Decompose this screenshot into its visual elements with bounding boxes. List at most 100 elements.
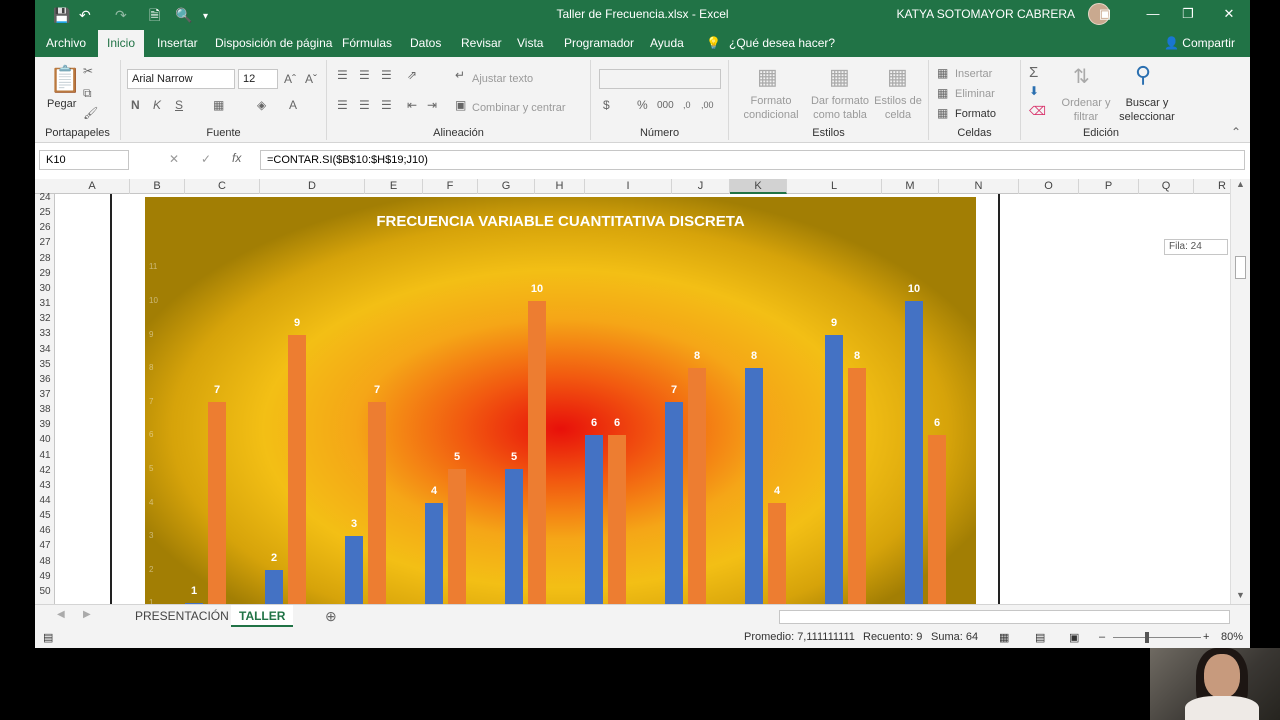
row-header-29[interactable]: 29 — [35, 268, 55, 279]
chart-bar[interactable] — [608, 435, 626, 604]
grow-font-icon[interactable]: Aˆ — [284, 72, 296, 86]
row-header-37[interactable]: 37 — [35, 389, 55, 400]
name-box[interactable]: K10 — [39, 150, 129, 170]
insert-cells-icon[interactable]: ▦ — [937, 66, 948, 80]
chart-bar[interactable] — [345, 536, 363, 604]
row-header-50[interactable]: 50 — [35, 586, 55, 597]
wrap-text-icon[interactable]: ↵ — [455, 68, 465, 82]
zoom-slider[interactable] — [1113, 637, 1201, 638]
chart-bar[interactable] — [288, 334, 306, 604]
zoom-slider-thumb[interactable] — [1145, 632, 1149, 643]
sort-filter-icon[interactable]: ⇅ — [1073, 64, 1090, 89]
chart-bar[interactable] — [768, 502, 786, 604]
user-name[interactable]: KATYA SOTOMAYOR CABRERA — [897, 7, 1075, 21]
merge-center-label[interactable]: Combinar y centrar — [472, 102, 566, 114]
row-header-39[interactable]: 39 — [35, 419, 55, 430]
paste-label[interactable]: Pegar — [47, 98, 76, 110]
sheet-tab-presentacion[interactable]: PRESENTACIÓN — [127, 605, 237, 627]
scroll-up-icon[interactable]: ▲ — [1236, 179, 1245, 189]
align-top-icon[interactable]: ☰ — [337, 68, 348, 82]
row-header-46[interactable]: 46 — [35, 525, 55, 536]
insert-cells-label[interactable]: Insertar — [955, 68, 992, 80]
ribbon-display-icon[interactable]: ▣ — [1095, 4, 1115, 24]
copy-icon[interactable]: ⧉ — [83, 86, 92, 101]
delete-cells-label[interactable]: Eliminar — [955, 88, 995, 100]
row-header-47[interactable]: 47 — [35, 540, 55, 551]
find-icon[interactable]: ⚲ — [1135, 62, 1151, 88]
column-header-j[interactable]: J — [672, 179, 730, 194]
chart-bar[interactable] — [528, 301, 546, 604]
close-icon[interactable]: ✕ — [1219, 4, 1239, 24]
row-header-44[interactable]: 44 — [35, 495, 55, 506]
tell-me-search[interactable]: ¿Qué desea hacer? — [720, 30, 844, 57]
scroll-thumb[interactable] — [1235, 256, 1246, 279]
increase-decimal-icon[interactable]: ,0 — [683, 100, 691, 110]
tab-ayuda[interactable]: Ayuda — [641, 30, 693, 57]
tab-inicio[interactable]: Inicio — [98, 30, 145, 57]
align-center-icon[interactable]: ☰ — [359, 98, 370, 112]
vertical-scrollbar[interactable]: ▲ ▼ — [1230, 179, 1250, 604]
chart-bar[interactable] — [928, 435, 946, 604]
share-button[interactable]: 👤 Compartir — [1155, 30, 1244, 57]
chart-bar[interactable] — [425, 502, 443, 604]
paste-icon[interactable]: 📋 — [49, 64, 81, 95]
align-middle-icon[interactable]: ☰ — [359, 68, 370, 82]
chart-bar[interactable] — [665, 401, 683, 604]
zoom-out-icon[interactable]: – — [1099, 631, 1105, 643]
chart-bar[interactable] — [448, 469, 466, 604]
row-header-27[interactable]: 27 — [35, 237, 55, 248]
align-bottom-icon[interactable]: ☰ — [381, 68, 392, 82]
format-as-table-icon[interactable]: ▦ — [829, 64, 850, 90]
shrink-font-icon[interactable]: Aˇ — [305, 72, 317, 86]
column-header-p[interactable]: P — [1079, 179, 1139, 194]
scroll-down-icon[interactable]: ▼ — [1236, 590, 1245, 600]
cancel-icon[interactable]: ✕ — [169, 152, 179, 166]
chart-bar[interactable] — [265, 569, 283, 604]
tab-archivo[interactable]: Archivo — [37, 30, 95, 57]
column-header-m[interactable]: M — [882, 179, 939, 194]
number-format-select[interactable] — [599, 69, 721, 89]
chart-bar[interactable] — [688, 368, 706, 604]
merge-icon[interactable]: ▣ — [455, 98, 466, 112]
increase-indent-icon[interactable]: ⇥ — [427, 98, 437, 112]
row-header-41[interactable]: 41 — [35, 450, 55, 461]
formula-input[interactable]: =CONTAR.SI($B$10:$H$19;J10) — [260, 150, 1245, 170]
row-header-25[interactable]: 25 — [35, 207, 55, 218]
row-header-31[interactable]: 31 — [35, 298, 55, 309]
chart-bar[interactable] — [585, 435, 603, 604]
format-as-table-label[interactable]: Dar formato como tabla — [807, 94, 873, 122]
restore-icon[interactable]: ❐ — [1178, 4, 1198, 24]
fill-color-icon[interactable]: ◈ — [257, 98, 266, 112]
row-header-40[interactable]: 40 — [35, 434, 55, 445]
row-header-36[interactable]: 36 — [35, 374, 55, 385]
zoom-level[interactable]: 80% — [1221, 631, 1243, 643]
chart-bar[interactable] — [745, 368, 763, 604]
sheet-tab-taller[interactable]: TALLER — [231, 605, 294, 627]
tab-datos[interactable]: Datos — [401, 30, 450, 57]
font-name-select[interactable]: Arial Narrow — [127, 69, 235, 89]
tab-programador[interactable]: Programador — [555, 30, 643, 57]
row-header-24[interactable]: 24 — [35, 192, 55, 203]
decrease-decimal-icon[interactable]: ,00 — [701, 100, 714, 110]
tab-insertar[interactable]: Insertar — [148, 30, 207, 57]
chart-bar[interactable] — [368, 401, 386, 604]
column-header-f[interactable]: F — [423, 179, 478, 194]
fill-icon[interactable]: ⬇ — [1029, 84, 1039, 98]
row-header-43[interactable]: 43 — [35, 480, 55, 491]
row-header-48[interactable]: 48 — [35, 556, 55, 567]
insert-function-icon[interactable]: fx — [232, 151, 241, 165]
delete-cells-icon[interactable]: ▦ — [937, 86, 948, 100]
row-header-35[interactable]: 35 — [35, 359, 55, 370]
next-sheet-icon[interactable]: ▶ — [83, 609, 91, 620]
normal-view-icon[interactable]: ▦ — [999, 631, 1009, 644]
zoom-in-icon[interactable]: + — [1203, 631, 1209, 643]
cut-icon[interactable]: ✂ — [83, 64, 93, 78]
conditional-format-label[interactable]: Formato condicional — [735, 94, 807, 122]
tab-formulas[interactable]: Fórmulas — [333, 30, 401, 57]
column-header-i[interactable]: I — [585, 179, 672, 194]
font-size-select[interactable]: 12 — [238, 69, 278, 89]
column-header-q[interactable]: Q — [1139, 179, 1194, 194]
column-header-h[interactable]: H — [535, 179, 585, 194]
autosum-icon[interactable]: Σ — [1029, 64, 1038, 81]
cell-styles-label[interactable]: Estilos de celda — [873, 94, 923, 122]
